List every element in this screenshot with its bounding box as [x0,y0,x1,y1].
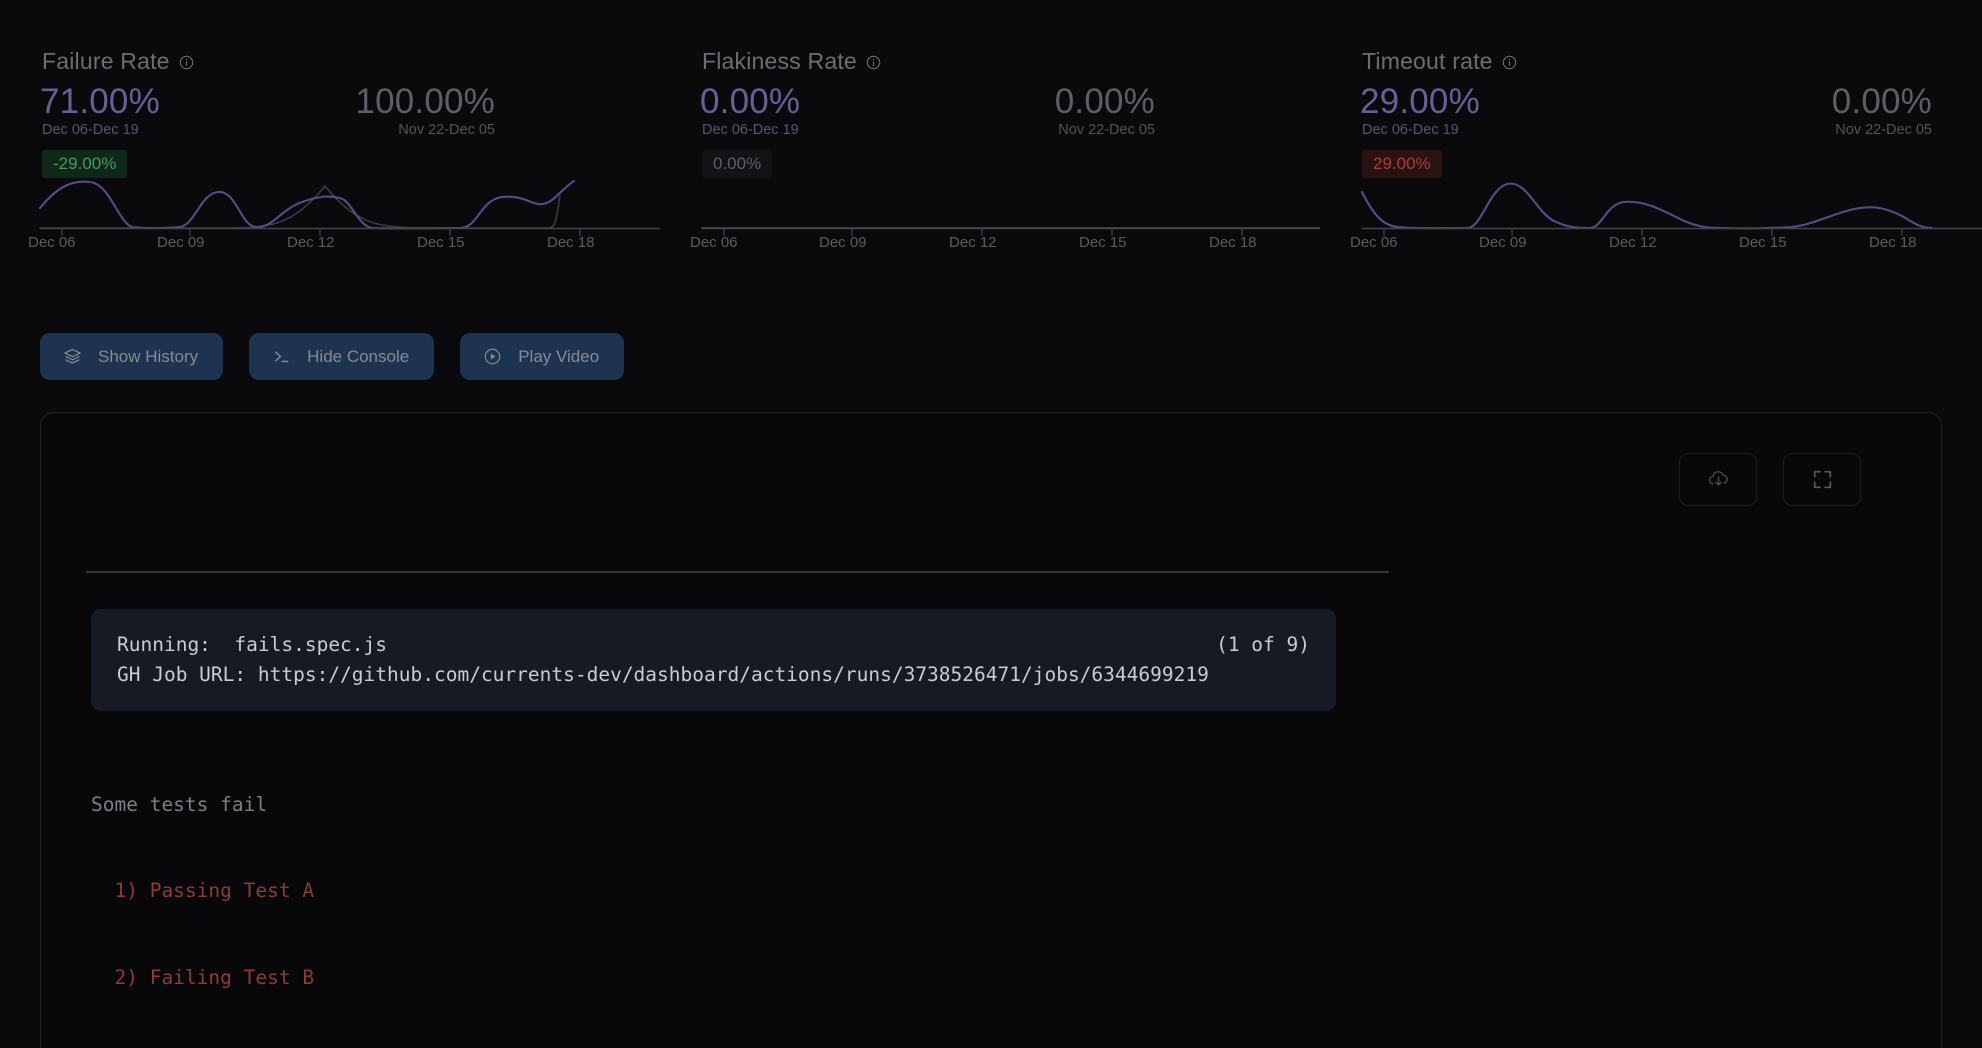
stat-previous-range: Nov 22-Dec 05 [1835,122,1932,138]
panel-divider [86,571,1389,573]
sparkline-failure-rate: Dec 06 Dec 09 Dec 12 Dec 15 Dec 18 [40,178,660,298]
hide-console-button[interactable]: Hide Console [249,333,434,380]
axis-tick-label: Dec 12 [949,234,997,251]
stat-delta-badge: 29.00% [1362,150,1442,178]
stat-title-label: Timeout rate [1362,48,1493,75]
axis-tick-label: Dec 12 [287,234,335,251]
axis-tick-label: Dec 09 [157,234,205,251]
terminal-url-text[interactable]: GH Job URL: https://github.com/currents-… [117,660,1209,690]
hide-console-label: Hide Console [307,347,409,367]
sparkline-flakiness-rate: Dec 06 Dec 09 Dec 12 Dec 15 Dec 18 [702,178,1320,298]
terminal-icon [271,346,292,367]
stat-previous-value: 100.00% [355,82,495,122]
fullscreen-button[interactable] [1783,453,1861,506]
stat-current-value: 71.00% [40,82,160,122]
axis-tick-label: Dec 09 [1479,234,1527,251]
expand-icon [1810,467,1835,492]
stat-current-value: 29.00% [1360,82,1480,122]
play-video-button[interactable]: Play Video [460,333,624,380]
axis-tick-label: Dec 12 [1609,234,1657,251]
stat-current-range: Dec 06-Dec 19 [702,122,799,138]
stat-previous-range: Nov 22-Dec 05 [398,122,495,138]
stat-title: Timeout rate [1362,48,1517,75]
axis-tick-label: Dec 15 [417,234,465,251]
dashboard-page: Failure Rate 71.00% Dec 06-Dec 19 100.00… [0,0,1982,1048]
stat-current-range: Dec 06-Dec 19 [1362,122,1459,138]
stat-previous-value: 0.00% [1832,82,1932,122]
sparkline-timeout-rate: Dec 06 Dec 09 Dec 12 Dec 15 Dec 18 [1362,178,1982,298]
axis-tick-label: Dec 06 [690,234,738,251]
log-summary-line: Some tests fail [91,791,314,820]
terminal-header-block: Running: fails.spec.js (1 of 9) GH Job U… [91,609,1336,711]
terminal-running-text: Running: fails.spec.js [117,630,387,660]
stat-title: Flakiness Rate [702,48,881,75]
cloud-download-icon [1706,467,1731,492]
stat-delta-badge: 0.00% [702,150,772,178]
info-circle-icon[interactable] [179,55,194,70]
log-failure-line: 1) Passing Test A [91,877,314,906]
stat-title-label: Flakiness Rate [702,48,857,75]
axis-tick-label: Dec 09 [819,234,867,251]
axis-tick-label: Dec 18 [1869,234,1917,251]
stats-row: Failure Rate 71.00% Dec 06-Dec 19 100.00… [0,0,1982,300]
stat-card-timeout-rate: Timeout rate 29.00% Dec 06-Dec 19 0.00% … [1320,0,1982,300]
stat-card-failure-rate: Failure Rate 71.00% Dec 06-Dec 19 100.00… [0,0,660,300]
axis-tick-label: Dec 06 [1350,234,1398,251]
stat-current-value: 0.00% [700,82,800,122]
axis-tick-label: Dec 15 [1079,234,1127,251]
axis-tick-label: Dec 18 [547,234,595,251]
panel-action-buttons [1679,453,1861,506]
terminal-url-line: GH Job URL: https://github.com/currents-… [117,660,1310,690]
play-circle-icon [482,346,503,367]
show-history-label: Show History [98,347,198,367]
stat-title: Failure Rate [42,48,194,75]
stat-current-range: Dec 06-Dec 19 [42,122,139,138]
download-logs-button[interactable] [1679,453,1757,506]
stat-previous-range: Nov 22-Dec 05 [1058,122,1155,138]
log-failure-line: 2) Failing Test B [91,964,314,993]
axis-tick-label: Dec 18 [1209,234,1257,251]
stat-delta-badge: -29.00% [42,150,127,178]
action-button-row: Show History Hide Console Play Video [40,333,624,380]
terminal-progress-text: (1 of 9) [1216,630,1310,660]
play-video-label: Play Video [518,347,599,367]
stat-card-flakiness-rate: Flakiness Rate 0.00% Dec 06-Dec 19 0.00%… [660,0,1320,300]
info-circle-icon[interactable] [866,55,881,70]
stat-title-label: Failure Rate [42,48,170,75]
info-circle-icon[interactable] [1502,55,1517,70]
axis-tick-label: Dec 06 [28,234,76,251]
console-log-output: Some tests fail 1) Passing Test A 2) Fai… [91,733,314,1048]
terminal-running-line: Running: fails.spec.js (1 of 9) [117,630,1310,660]
axis-tick-label: Dec 15 [1739,234,1787,251]
stat-previous-value: 0.00% [1055,82,1155,122]
console-panel: Running: fails.spec.js (1 of 9) GH Job U… [40,412,1942,1048]
show-history-button[interactable]: Show History [40,333,223,380]
layers-icon [62,346,83,367]
